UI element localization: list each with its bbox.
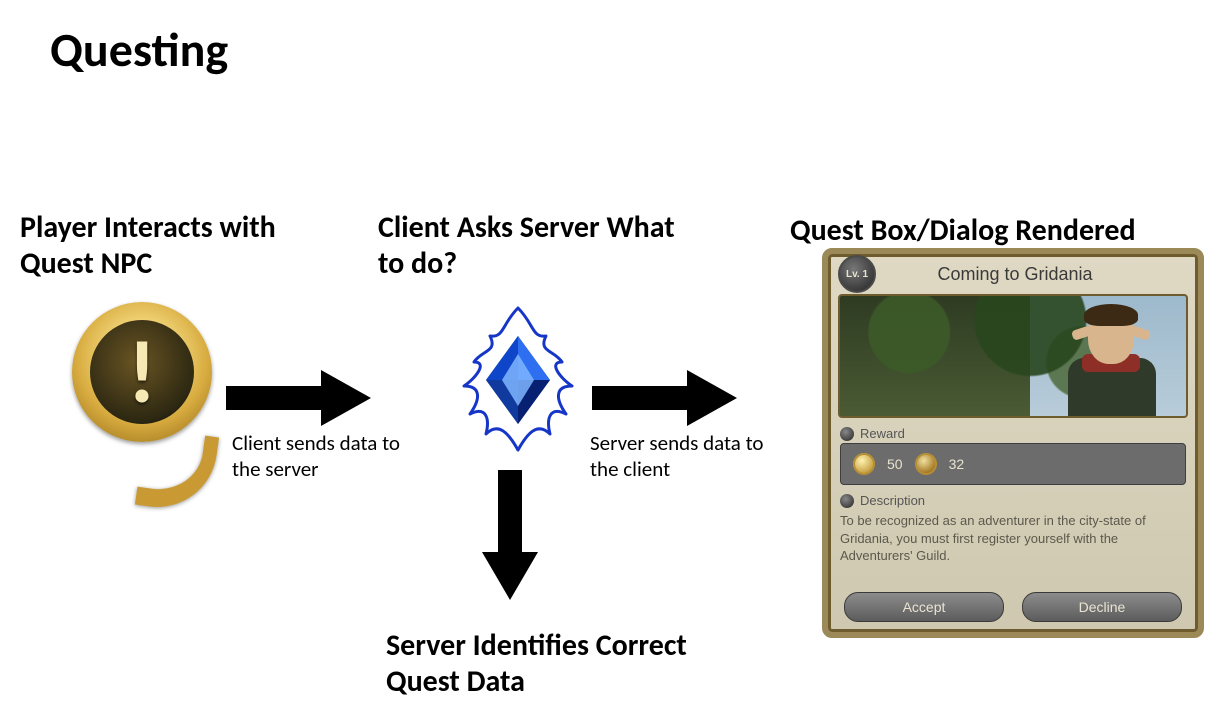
description-section-label: Description bbox=[840, 493, 1186, 508]
coin-icon bbox=[915, 453, 937, 475]
arrow-down-icon bbox=[480, 470, 540, 600]
slide-canvas: Questing Player Interacts with Quest NPC… bbox=[0, 0, 1230, 727]
reward-label-text: Reward bbox=[860, 426, 905, 441]
crystal-flame-icon bbox=[438, 300, 598, 460]
quest-art bbox=[838, 294, 1188, 418]
description-label-text: Description bbox=[860, 493, 925, 508]
level-badge: Lv. 1 bbox=[838, 255, 876, 293]
quest-description: To be recognized as an adventurer in the… bbox=[840, 512, 1186, 565]
heading-quest-box: Quest Box/Dialog Rendered bbox=[790, 213, 1220, 249]
quest-dialog-title: Coming to Gridania bbox=[886, 264, 1144, 285]
reward-value-2: 32 bbox=[949, 456, 965, 472]
reward-row: 50 32 bbox=[840, 443, 1186, 485]
exclamation-glyph: ! bbox=[120, 318, 164, 426]
accept-button[interactable]: Accept bbox=[844, 592, 1004, 622]
caption-client-sends: Client sends data to the server bbox=[232, 430, 432, 483]
decline-button[interactable]: Decline bbox=[1022, 592, 1182, 622]
quest-dialog-buttons: Accept Decline bbox=[828, 592, 1198, 622]
quest-exclamation-tail bbox=[135, 427, 219, 515]
bullet-icon bbox=[840, 494, 854, 508]
coin-icon bbox=[853, 453, 875, 475]
caption-server-sends: Server sends data to the client bbox=[590, 430, 790, 483]
quest-dialog-card: Lv. 1 Coming to Gridania Reward 50 bbox=[822, 248, 1204, 638]
reward-section-label: Reward bbox=[840, 426, 1186, 441]
arrow-right-icon bbox=[592, 368, 737, 428]
heading-client-asks: Client Asks Server What to do? bbox=[378, 210, 698, 282]
heading-server-identifies: Server Identifies Correct Quest Data bbox=[386, 628, 746, 700]
reward-value-1: 50 bbox=[887, 456, 903, 472]
slide-title: Questing bbox=[50, 20, 228, 79]
heading-player-interacts: Player Interacts with Quest NPC bbox=[20, 210, 320, 282]
npc-portrait bbox=[1058, 302, 1168, 418]
bullet-icon bbox=[840, 427, 854, 441]
arrow-right-icon bbox=[226, 368, 371, 428]
quest-dialog-titlebar: Lv. 1 Coming to Gridania bbox=[828, 254, 1198, 294]
